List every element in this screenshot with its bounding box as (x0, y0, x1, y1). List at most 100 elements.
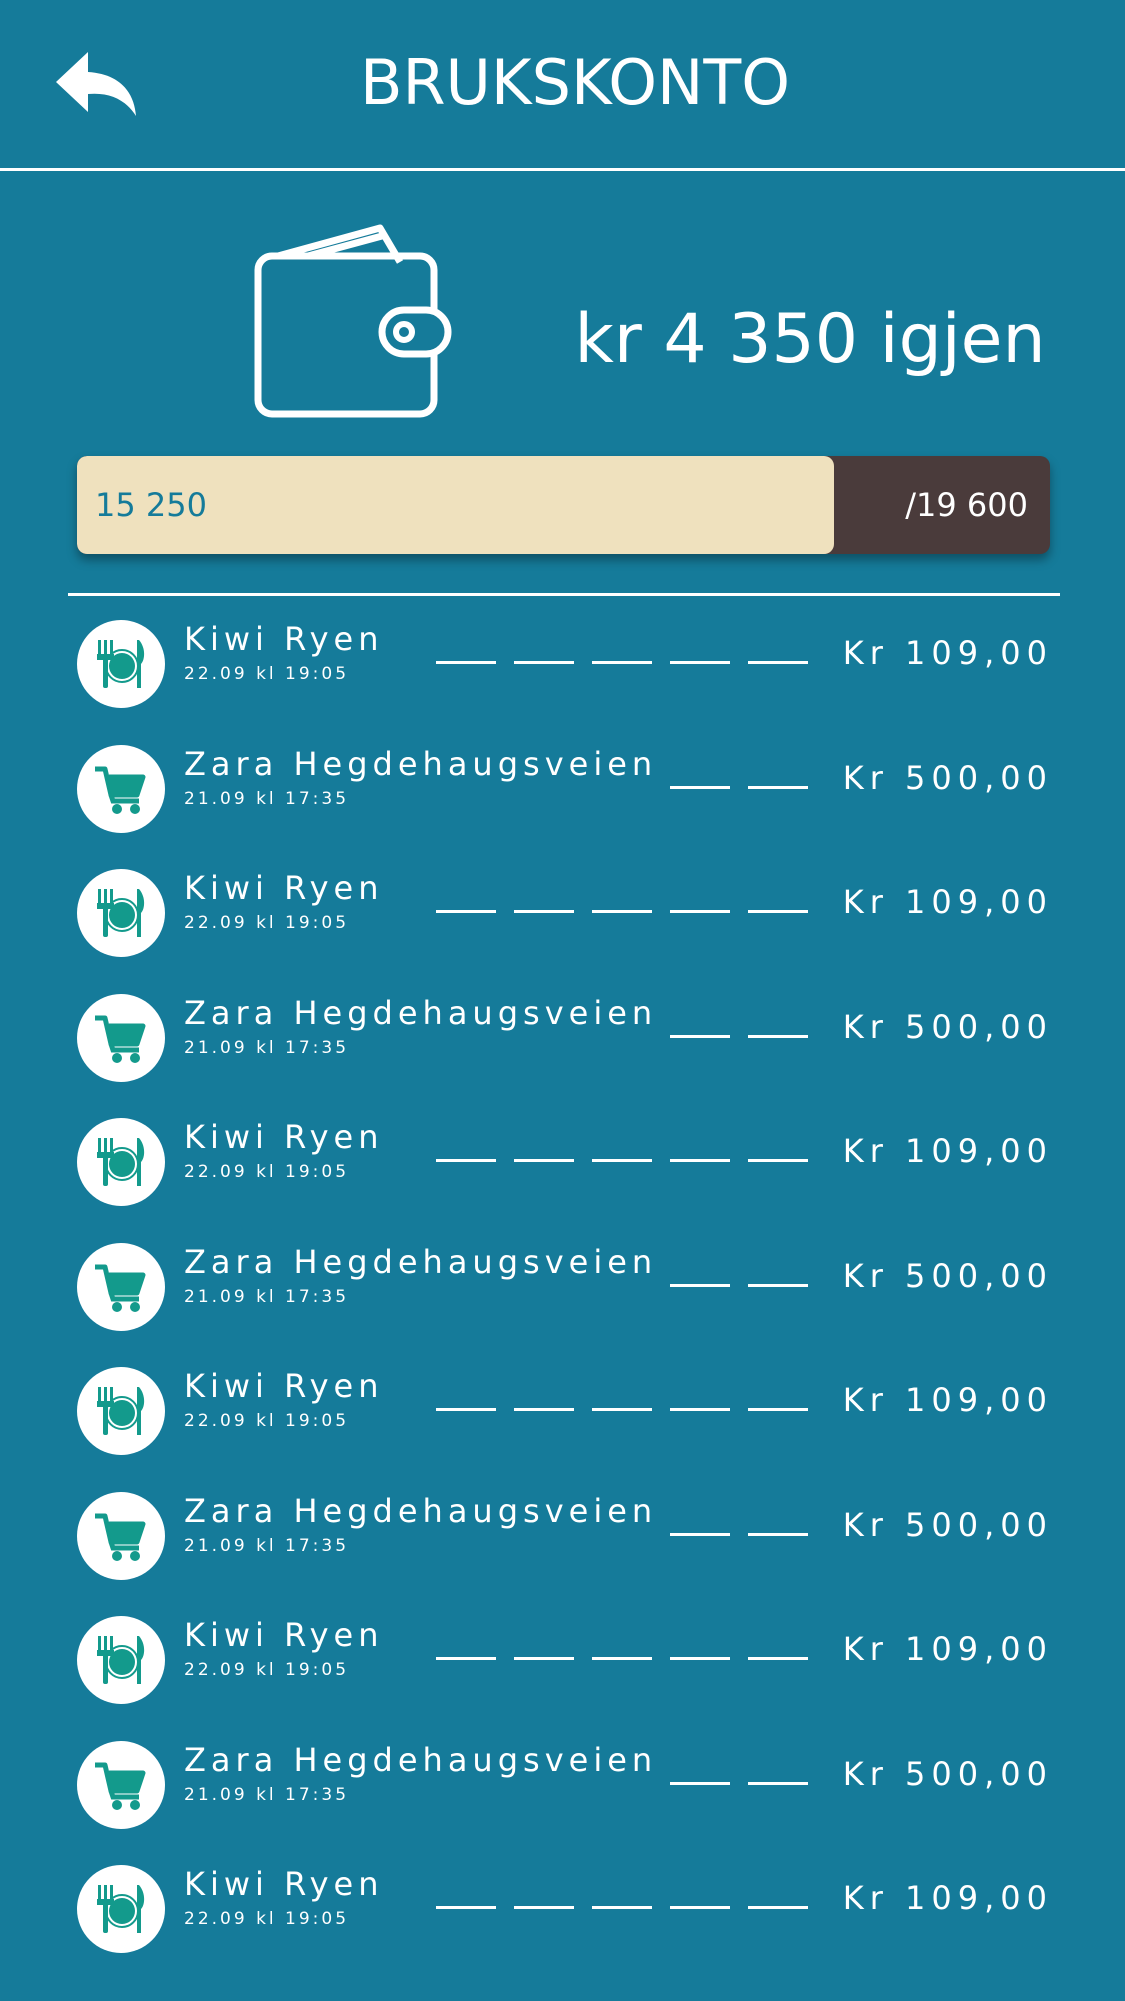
transaction-amount: Kr 500,00 (842, 1007, 1053, 1046)
leader-dash (670, 661, 730, 664)
transaction-amount: Kr 500,00 (842, 758, 1053, 797)
transaction-datetime: 21.09 kl 17:35 (184, 1535, 350, 1556)
transaction-row[interactable]: Kiwi Ryen 22.09 kl 19:05 Kr 109,00 (0, 863, 1125, 988)
leader-dash (592, 661, 652, 664)
leader-dash (514, 1657, 574, 1660)
leader-dash (670, 1532, 730, 1536)
transaction-merchant: Kiwi Ryen (184, 1865, 384, 1903)
transaction-amount: Kr 109,00 (842, 883, 1053, 921)
leader-dashes (436, 661, 808, 664)
transaction-row[interactable]: Zara Hegdehaugsveien 21.09 kl 17:35 Kr 500… (0, 739, 1125, 864)
leader-dash (748, 910, 808, 913)
leader-dash (670, 1408, 730, 1411)
leader-dash (592, 910, 652, 913)
spent-amount: 15 250 (95, 486, 207, 524)
leader-dash (514, 910, 574, 913)
transaction-datetime: 21.09 kl 17:35 (184, 1784, 350, 1805)
leader-dash (748, 1283, 808, 1287)
header-divider (0, 168, 1125, 171)
leader-dash (670, 910, 730, 913)
transaction-row[interactable]: Zara Hegdehaugsveien 21.09 kl 17:35 Kr 500… (0, 1735, 1125, 1860)
remaining-balance: kr 4 350 igjen (574, 300, 1046, 379)
leader-dashes (436, 1657, 808, 1660)
transaction-datetime: 21.09 kl 17:35 (184, 788, 350, 809)
transaction-merchant: Zara Hegdehaugsveien (184, 1740, 658, 1779)
leader-dash (592, 1159, 652, 1162)
transaction-merchant: Kiwi Ryen (184, 1616, 384, 1654)
transaction-list: Kiwi Ryen 22.09 kl 19:05 Kr 109,00 Zara Heg… (0, 614, 1125, 1984)
leader-dash (436, 1408, 496, 1411)
restaurant-icon (77, 1865, 165, 1953)
leader-dash (670, 1159, 730, 1162)
leader-dash (670, 1657, 730, 1660)
leader-dash (592, 1906, 652, 1909)
leader-dashes (436, 1159, 808, 1162)
transaction-row[interactable]: Kiwi Ryen 22.09 kl 19:05 Kr 109,00 (0, 1112, 1125, 1237)
transaction-datetime: 21.09 kl 17:35 (184, 1037, 350, 1058)
leader-dash (670, 1781, 730, 1785)
transaction-amount: Kr 109,00 (842, 1630, 1053, 1668)
transaction-amount: Kr 109,00 (842, 1381, 1053, 1419)
app-header: BRUKSKONTO (0, 0, 1125, 170)
leader-dash (436, 910, 496, 913)
transaction-merchant: Zara Hegdehaugsveien (184, 1242, 658, 1281)
leader-dash (748, 1034, 808, 1038)
transaction-datetime: 22.09 kl 19:05 (184, 664, 350, 684)
transaction-merchant: Kiwi Ryen (184, 869, 384, 907)
leader-dashes (436, 1906, 808, 1909)
leader-dash (670, 1034, 730, 1038)
transaction-row[interactable]: Kiwi Ryen 22.09 kl 19:05 Kr 109,00 (0, 1610, 1125, 1735)
transaction-datetime: 22.09 kl 19:05 (184, 1909, 350, 1929)
leader-dash (436, 1657, 496, 1660)
leader-dash (748, 1657, 808, 1660)
leader-dash (514, 661, 574, 664)
leader-dash (748, 785, 808, 789)
transaction-datetime: 22.09 kl 19:05 (184, 1660, 350, 1680)
leader-dashes (436, 1408, 808, 1411)
transaction-row[interactable]: Kiwi Ryen 22.09 kl 19:05 Kr 109,00 (0, 1361, 1125, 1486)
restaurant-icon (77, 1367, 165, 1455)
restaurant-icon (77, 1118, 165, 1206)
budget-total: /19 600 (905, 486, 1028, 524)
transaction-row[interactable]: Kiwi Ryen 22.09 kl 19:05 Kr 109,00 (0, 614, 1125, 739)
leader-dashes (670, 1532, 808, 1536)
transaction-merchant: Kiwi Ryen (184, 620, 384, 658)
budget-progress-bar: 15 250 /19 600 (77, 456, 1050, 554)
restaurant-icon (77, 1616, 165, 1704)
leader-dashes (670, 785, 808, 789)
transaction-row[interactable]: Zara Hegdehaugsveien 21.09 kl 17:35 Kr 500… (0, 988, 1125, 1113)
transaction-merchant: Zara Hegdehaugsveien (184, 744, 658, 783)
shopping-cart-icon (77, 1242, 165, 1331)
shopping-cart-icon (77, 744, 165, 833)
transaction-amount: Kr 500,00 (842, 1256, 1053, 1295)
transaction-row[interactable]: Zara Hegdehaugsveien 21.09 kl 17:35 Kr 500… (0, 1237, 1125, 1362)
leader-dash (670, 1906, 730, 1909)
leader-dash (748, 1781, 808, 1785)
transaction-merchant: Kiwi Ryen (184, 1367, 384, 1405)
leader-dash (514, 1408, 574, 1411)
transaction-datetime: 22.09 kl 19:05 (184, 913, 350, 933)
transaction-amount: Kr 109,00 (842, 1132, 1053, 1170)
transaction-row[interactable]: Kiwi Ryen 22.09 kl 19:05 Kr 109,00 (0, 1859, 1125, 1984)
leader-dash (514, 1159, 574, 1162)
restaurant-icon (77, 869, 165, 957)
wallet-icon (254, 224, 452, 418)
transaction-row[interactable]: Zara Hegdehaugsveien 21.09 kl 17:35 Kr 500… (0, 1486, 1125, 1611)
leader-dash (748, 1408, 808, 1411)
transaction-merchant: Zara Hegdehaugsveien (184, 993, 658, 1032)
transaction-merchant: Zara Hegdehaugsveien (184, 1491, 658, 1530)
leader-dash (748, 1906, 808, 1909)
shopping-cart-icon (77, 1740, 165, 1829)
transaction-amount: Kr 500,00 (842, 1505, 1053, 1544)
page-title: BRUKSKONTO (359, 46, 791, 119)
transaction-amount: Kr 500,00 (842, 1754, 1053, 1793)
leader-dash (748, 1159, 808, 1162)
leader-dash (436, 1159, 496, 1162)
leader-dash (592, 1657, 652, 1660)
transaction-datetime: 22.09 kl 19:05 (184, 1162, 350, 1182)
leader-dash (436, 1906, 496, 1909)
shopping-cart-icon (77, 993, 165, 1082)
leader-dash (670, 785, 730, 789)
restaurant-icon (77, 620, 165, 708)
leader-dash (670, 1283, 730, 1287)
